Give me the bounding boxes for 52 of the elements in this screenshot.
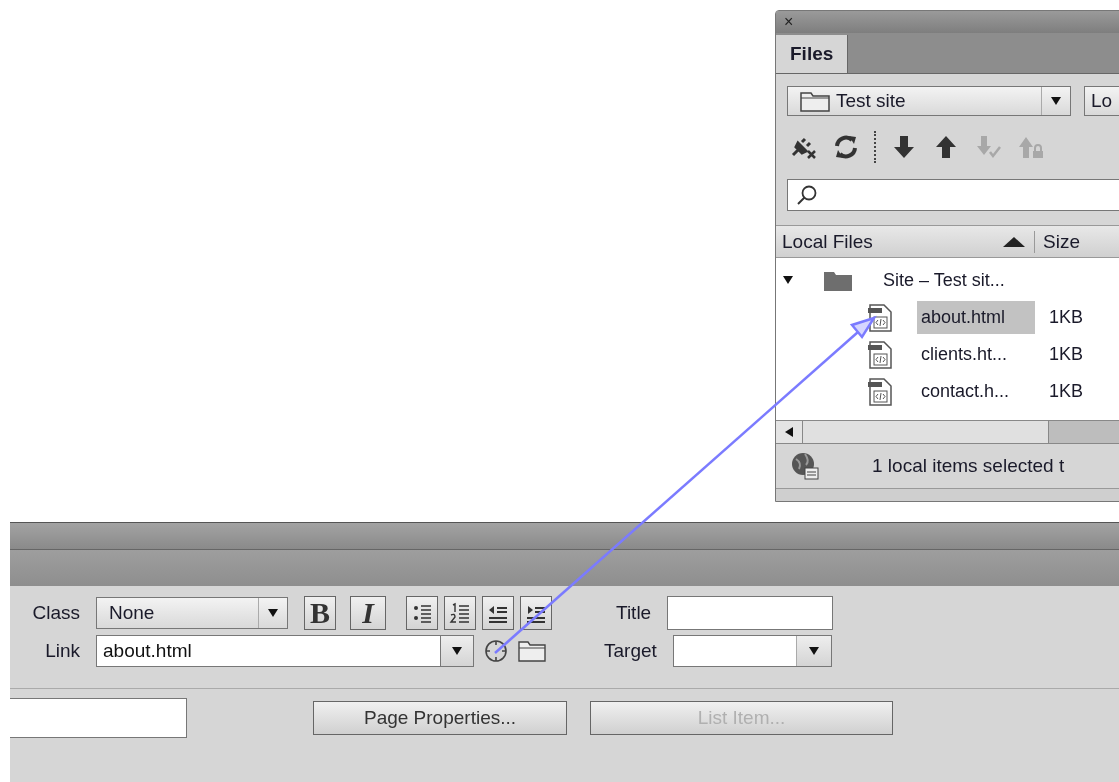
field-label: Class: [31, 602, 80, 624]
column-header[interactable]: Local Files: [782, 230, 1002, 253]
site-name[interactable]: Site – Test sit...: [883, 270, 1005, 291]
folder-icon: [823, 269, 853, 292]
numbered-list-icon: [449, 601, 471, 625]
indent-button[interactable]: [520, 596, 552, 630]
html-file-icon: [866, 302, 894, 333]
field-label: Link: [44, 640, 80, 662]
close-button[interactable]: ×: [784, 14, 794, 30]
resize-grip[interactable]: [776, 488, 1119, 501]
folder-icon[interactable]: [518, 640, 546, 662]
expanded-arrow-icon[interactable]: [782, 273, 794, 286]
italic-button[interactable]: I: [350, 596, 386, 630]
file-size: 1KB: [1049, 307, 1084, 328]
file-name[interactable]: contact.h...: [917, 375, 1035, 408]
target-dropdown[interactable]: [672, 635, 832, 667]
caret-icon[interactable]: [267, 607, 279, 619]
horizontal-scrollbar[interactable]: [776, 420, 1119, 444]
field-label: Target: [604, 640, 657, 662]
file-name[interactable]: clients.ht...: [917, 338, 1035, 371]
caret-icon[interactable]: [451, 645, 463, 657]
field-label: Title: [616, 602, 652, 624]
folder-icon: [800, 90, 830, 112]
files-tab[interactable]: Files: [776, 35, 849, 73]
bold-button[interactable]: B: [304, 596, 336, 630]
page-properties-button[interactable]: Page Properties...: [313, 701, 567, 735]
class-dropdown[interactable]: None: [96, 597, 288, 629]
column-header[interactable]: Size: [1034, 230, 1080, 253]
numbered-list-button[interactable]: [444, 596, 476, 630]
file-size: 1KB: [1049, 381, 1084, 402]
html-file-icon: [866, 339, 894, 370]
sort-ascending-icon: [1002, 235, 1026, 248]
title-field[interactable]: [667, 596, 834, 630]
search-icon: [796, 184, 818, 206]
html-file-icon: [866, 376, 894, 407]
status-text: 1 local items selected t: [872, 455, 1065, 477]
scroll-left-icon[interactable]: [783, 426, 795, 438]
link-dropdown-button[interactable]: [440, 635, 474, 667]
refresh-icon[interactable]: [832, 133, 860, 161]
bullet-list-button[interactable]: [406, 596, 438, 630]
view-dropdown[interactable]: Lo: [1084, 86, 1119, 116]
caret-icon[interactable]: [1050, 95, 1062, 107]
point-to-file-icon[interactable]: [484, 639, 508, 663]
link-field[interactable]: about.html: [96, 635, 440, 667]
search-field[interactable]: [787, 179, 1119, 211]
globe-icon: [790, 451, 820, 481]
file-size: 1KB: [1049, 344, 1084, 365]
outdent-button[interactable]: [482, 596, 514, 630]
file-name[interactable]: about.html: [917, 301, 1035, 334]
caret-icon[interactable]: [807, 645, 820, 657]
text-field[interactable]: [10, 698, 187, 738]
site-dropdown[interactable]: Test site: [787, 86, 1071, 116]
